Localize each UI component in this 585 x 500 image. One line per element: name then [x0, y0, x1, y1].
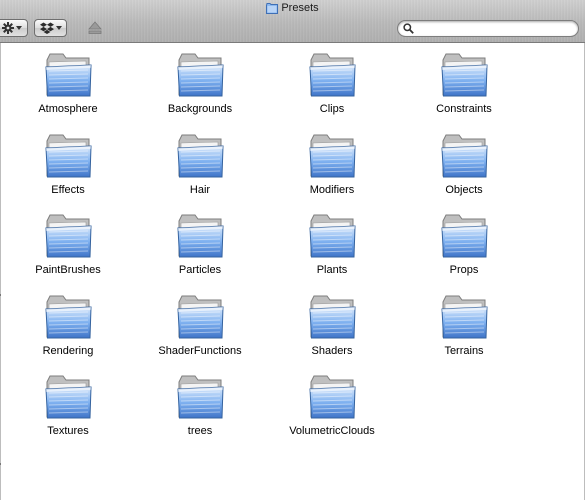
folder-icon	[45, 375, 92, 419]
folder-item[interactable]: Hair	[134, 133, 266, 214]
folder-icon	[177, 214, 224, 258]
folder-label: Constraints	[436, 103, 492, 115]
folder-item[interactable]: Effects	[2, 133, 134, 214]
folder-item[interactable]: ShaderFunctions	[134, 294, 266, 375]
folder-item[interactable]: trees	[134, 374, 266, 455]
finder-window: Presets Atmosphere Backgrounds Clips Con…	[0, 0, 585, 500]
folder-item[interactable]: Clips	[266, 52, 398, 133]
dropbox-button[interactable]	[34, 19, 67, 37]
search-icon	[403, 23, 414, 34]
folder-icon	[45, 53, 92, 97]
folder-icon	[177, 134, 224, 177]
folder-icon	[309, 214, 356, 258]
eject-icon	[88, 21, 102, 34]
folder-item[interactable]: Textures	[2, 374, 134, 455]
chevron-down-icon	[55, 26, 62, 30]
folder-item[interactable]: PaintBrushes	[2, 213, 134, 294]
folder-icon	[441, 295, 488, 338]
folder-icon	[441, 53, 488, 97]
folder-label: Objects	[445, 183, 483, 196]
folder-icon	[45, 214, 92, 258]
window-left-border	[0, 43, 1, 500]
eject-button[interactable]	[86, 19, 104, 37]
chevron-down-icon	[16, 26, 22, 30]
folder-item[interactable]: Terrains	[398, 294, 530, 375]
folder-item[interactable]: Modifiers	[266, 133, 398, 214]
folder-label: Textures	[47, 425, 89, 437]
folder-label: Effects	[51, 183, 85, 196]
folder-icon	[309, 53, 356, 97]
folder-item[interactable]: Atmosphere	[2, 52, 134, 133]
folder-grid: Atmosphere Backgrounds Clips Constraints Eff…	[2, 52, 530, 455]
folder-icon	[441, 214, 488, 258]
folder-label: trees	[187, 425, 213, 437]
folder-item[interactable]: VolumetricClouds	[266, 374, 398, 455]
folder-label: Props	[449, 264, 479, 276]
gear-icon	[2, 22, 14, 34]
folder-label: Terrains	[444, 344, 484, 357]
folder-item[interactable]: Constraints	[398, 52, 530, 133]
folder-icon	[309, 134, 356, 177]
folder-item[interactable]: Backgrounds	[134, 52, 266, 133]
search-input[interactable]	[416, 22, 571, 35]
folder-item[interactable]: Objects	[398, 133, 530, 214]
folder-item[interactable]: Plants	[266, 213, 398, 294]
folder-label: ShaderFunctions	[158, 344, 242, 357]
folder-icon	[177, 375, 224, 419]
dropbox-icon	[39, 22, 54, 34]
folder-label: Modifiers	[309, 183, 355, 196]
folder-icon	[45, 134, 92, 177]
folder-icon	[177, 295, 224, 338]
folder-label: VolumetricClouds	[289, 425, 375, 437]
window-title: Presets	[0, 1, 585, 15]
folder-label: PaintBrushes	[35, 264, 101, 276]
folder-icon	[309, 295, 356, 338]
folder-label: Rendering	[42, 344, 94, 357]
edge-mark	[0, 463, 1, 465]
search-field[interactable]	[397, 20, 579, 37]
folder-item[interactable]: Shaders	[266, 294, 398, 375]
folder-label: Shaders	[311, 344, 353, 357]
folder-item[interactable]: Props	[398, 213, 530, 294]
action-button[interactable]	[0, 19, 28, 37]
folder-icon	[441, 134, 488, 177]
folder-label: Clips	[319, 103, 345, 115]
window-title-label: Presets	[281, 2, 319, 14]
folder-icon	[45, 295, 92, 338]
folder-label: Hair	[189, 183, 211, 196]
folder-view: Atmosphere Backgrounds Clips Constraints Eff…	[0, 43, 585, 500]
folder-item[interactable]: Rendering	[2, 294, 134, 375]
folder-icon	[177, 53, 224, 97]
folder-label: Particles	[178, 264, 222, 276]
folder-icon	[266, 2, 279, 14]
edge-mark	[0, 294, 1, 296]
folder-icon	[309, 375, 356, 419]
folder-item[interactable]: Particles	[134, 213, 266, 294]
folder-label: Backgrounds	[167, 103, 233, 115]
toolbar: Presets	[0, 0, 585, 43]
folder-label: Atmosphere	[38, 103, 98, 115]
folder-label: Plants	[316, 264, 348, 276]
